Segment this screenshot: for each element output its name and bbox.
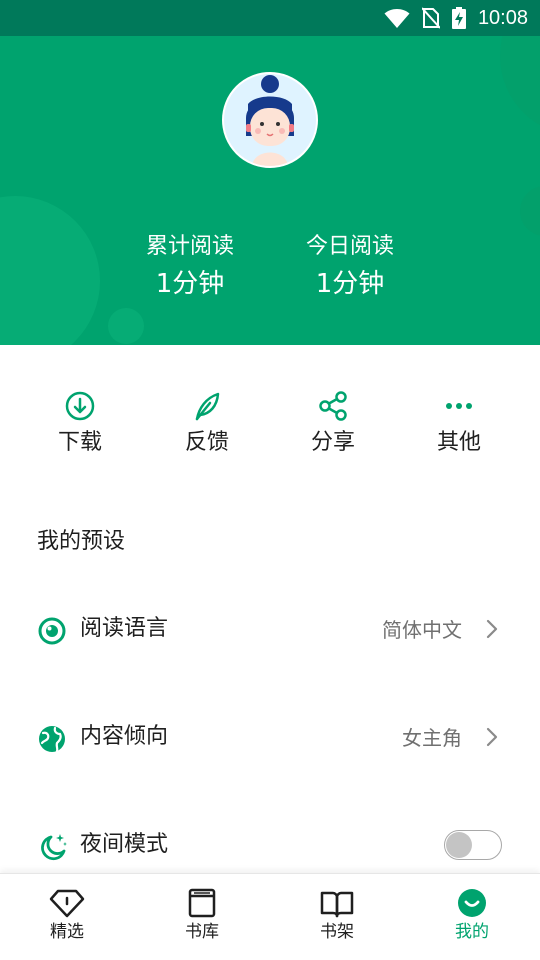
open-book-icon <box>320 891 354 918</box>
no-sim-icon <box>421 7 440 29</box>
header-decoration <box>0 196 100 345</box>
status-bar: 10:08 <box>0 0 540 36</box>
profile-header: 累计阅读 1分钟 今日阅读 1分钟 <box>0 36 540 345</box>
tab-featured-label: 精选 <box>50 922 84 942</box>
action-share[interactable]: 分享 <box>283 390 383 458</box>
tab-library[interactable]: 书库 <box>152 888 252 943</box>
setting-content-preference[interactable]: 内容倾向 女主角 <box>0 708 540 768</box>
battery-charging-icon <box>451 7 466 29</box>
tab-mine-label: 我的 <box>455 922 489 942</box>
header-decoration <box>500 36 540 136</box>
bottom-tab-bar: 精选 书库 书架 我的 <box>0 873 540 960</box>
more-icon <box>446 403 472 409</box>
toggle-knob <box>446 832 472 858</box>
action-feedback-label: 反馈 <box>184 430 229 455</box>
action-feedback[interactable]: 反馈 <box>157 390 257 458</box>
tab-bookshelf[interactable]: 书架 <box>287 888 387 943</box>
stat-total-reading: 累计阅读 1分钟 <box>120 232 260 302</box>
tab-mine[interactable]: 我的 <box>422 888 522 943</box>
action-more[interactable]: 其他 <box>409 390 509 458</box>
stat-today-label: 今日阅读 <box>305 234 394 259</box>
setting-reading-language[interactable]: 阅读语言 简体中文 <box>0 600 540 660</box>
stat-today-value: 1分钟 <box>315 269 385 299</box>
header-decoration <box>520 186 540 236</box>
header-decoration <box>108 308 144 344</box>
share-icon <box>319 391 347 421</box>
avatar-girl-icon <box>246 75 294 166</box>
setting-reading-language-label: 阅读语言 <box>80 616 169 641</box>
tab-bookshelf-label: 书架 <box>320 922 354 942</box>
eye-icon <box>38 617 66 645</box>
night-mode-toggle[interactable] <box>444 830 502 860</box>
action-download-label: 下载 <box>57 430 102 455</box>
download-icon <box>65 391 95 421</box>
avatar[interactable] <box>222 72 318 168</box>
quick-actions: 下载 反馈 分享 其他 <box>0 390 540 470</box>
smile-icon <box>458 889 486 917</box>
setting-night-mode: 夜间模式 <box>0 816 540 876</box>
book-stack-icon <box>188 888 216 918</box>
stat-today-reading: 今日阅读 1分钟 <box>280 232 420 302</box>
wifi-icon <box>384 9 410 28</box>
action-share-label: 分享 <box>310 430 355 455</box>
setting-content-preference-label: 内容倾向 <box>80 724 169 749</box>
tab-library-label: 书库 <box>185 922 219 942</box>
action-download[interactable]: 下载 <box>30 390 130 458</box>
chevron-right-icon <box>486 727 498 747</box>
setting-content-preference-value: 女主角 <box>402 726 462 750</box>
diamond-icon <box>49 889 85 918</box>
presets-title: 我的预设 <box>37 529 126 554</box>
stat-total-label: 累计阅读 <box>145 234 234 259</box>
setting-reading-language-value: 简体中文 <box>382 618 462 642</box>
feather-icon <box>195 392 220 421</box>
setting-night-mode-label: 夜间模式 <box>80 832 169 857</box>
action-more-label: 其他 <box>436 430 481 455</box>
moon-stars-icon <box>41 834 67 861</box>
stat-total-value: 1分钟 <box>155 269 225 299</box>
globe-icon <box>39 726 65 753</box>
chevron-right-icon <box>486 619 498 639</box>
status-icons: 10:08 <box>384 6 528 30</box>
status-time: 10:08 <box>477 7 528 29</box>
tab-featured[interactable]: 精选 <box>17 888 117 943</box>
